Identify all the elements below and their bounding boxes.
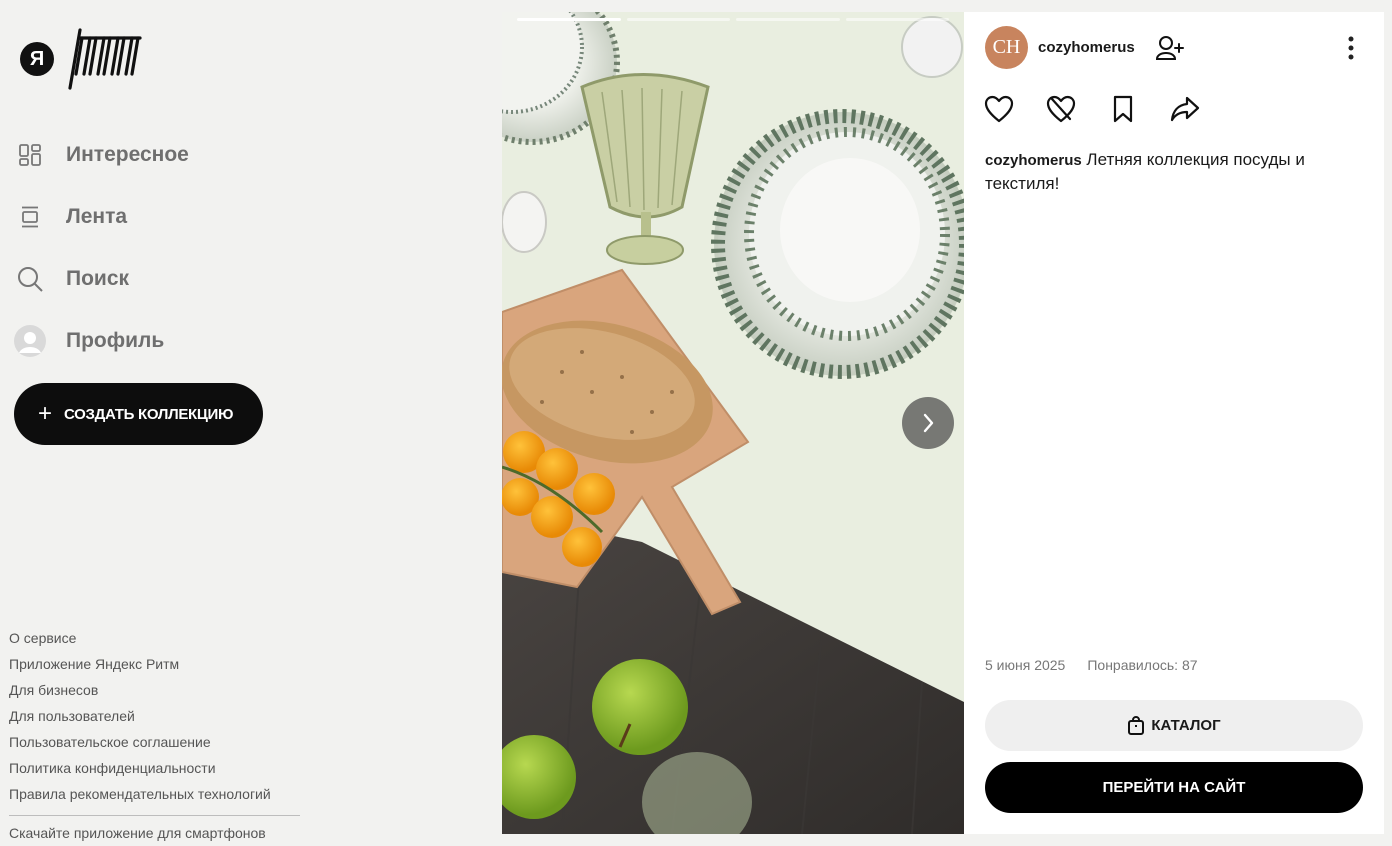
- app-logo[interactable]: Я: [20, 26, 148, 92]
- story-progress: [517, 18, 949, 21]
- sidebar-item-label: Лента: [66, 205, 128, 228]
- save-button[interactable]: [1108, 94, 1138, 124]
- search-icon: [14, 263, 46, 295]
- more-vertical-icon: [1348, 36, 1354, 60]
- progress-segment: [736, 18, 840, 21]
- sidebar-item-label: Интересное: [66, 143, 189, 166]
- footer-link-users[interactable]: Для пользователей: [9, 705, 271, 731]
- add-user-icon: [1155, 35, 1184, 60]
- post-actions: [984, 94, 1200, 124]
- post-image[interactable]: [502, 12, 964, 834]
- author-avatar[interactable]: CH: [985, 26, 1028, 69]
- plus-icon: +: [38, 400, 53, 427]
- create-collection-button[interactable]: + СОЗДАТЬ КОЛЛЕКЦИЮ: [14, 383, 263, 445]
- post-author: CH cozyhomerus: [985, 26, 1185, 69]
- footer-link-business[interactable]: Для бизнесов: [9, 679, 271, 705]
- sidebar-nav: Интересное Лента Поиск Профиль: [14, 124, 189, 372]
- progress-segment: [517, 18, 621, 21]
- footer-divider: [9, 815, 300, 816]
- like-button[interactable]: [984, 94, 1014, 124]
- post-caption: cozyhomerus Летняя коллекция посуды и те…: [985, 148, 1355, 195]
- yandex-logo-icon: Я: [20, 42, 54, 76]
- footer-link-app[interactable]: Приложение Яндекс Ритм: [9, 653, 271, 679]
- bookmark-icon: [1113, 95, 1133, 123]
- post-meta: 5 июня 2025 Понравилось: 87: [985, 657, 1198, 673]
- share-arrow-icon: [1170, 96, 1200, 122]
- sidebar-item-label: Профиль: [66, 329, 165, 352]
- download-app-text[interactable]: Скачайте приложение для смартфонов: [9, 825, 266, 841]
- footer-link-terms[interactable]: Пользовательское соглашение: [9, 731, 271, 757]
- footer-links: О сервисе Приложение Яндекс Ритм Для биз…: [9, 627, 271, 809]
- create-collection-label: СОЗДАТЬ КОЛЛЕКЦИЮ: [64, 405, 234, 423]
- progress-segment: [626, 18, 730, 21]
- feed-icon: [14, 201, 46, 233]
- catalog-label: КАТАЛОГ: [1151, 717, 1221, 734]
- catalog-button[interactable]: КАТАЛОГ: [985, 700, 1363, 751]
- post-date: 5 июня 2025: [985, 657, 1066, 673]
- sidebar-item-search[interactable]: Поиск: [14, 248, 189, 310]
- share-button[interactable]: [1170, 94, 1200, 124]
- sidebar-item-label: Поиск: [66, 267, 130, 290]
- grid-icon: [14, 139, 46, 171]
- more-options-button[interactable]: [1348, 36, 1354, 65]
- go-to-site-button[interactable]: ПЕРЕЙТИ НА САЙТ: [985, 762, 1363, 813]
- sidebar-item-profile[interactable]: Профиль: [14, 310, 189, 372]
- heart-icon: [984, 95, 1014, 123]
- progress-segment: [845, 18, 949, 21]
- post-details-panel: CH cozyhomerus cozyhomerus Летняя коллек…: [964, 12, 1384, 834]
- footer-link-about[interactable]: О сервисе: [9, 627, 271, 653]
- next-image-button[interactable]: [902, 397, 954, 449]
- follow-button[interactable]: [1155, 35, 1185, 61]
- broken-heart-icon: [1046, 95, 1076, 123]
- profile-avatar-icon: [14, 325, 46, 357]
- shopping-bag-icon: [1128, 715, 1145, 735]
- likes-count: Понравилось: 87: [1087, 657, 1198, 673]
- sidebar-item-feed[interactable]: Лента: [14, 186, 189, 248]
- dislike-button[interactable]: [1046, 94, 1076, 124]
- chevron-right-icon: [923, 413, 934, 433]
- rhythm-logo-wordmark: [68, 28, 142, 90]
- author-name[interactable]: cozyhomerus: [1038, 39, 1135, 56]
- sidebar-item-interesting[interactable]: Интересное: [14, 124, 189, 186]
- tableware-photo: [502, 12, 964, 834]
- footer-link-privacy[interactable]: Политика конфиденциальности: [9, 757, 271, 783]
- footer-link-recommendations[interactable]: Правила рекомендательных технологий: [9, 783, 271, 809]
- caption-author[interactable]: cozyhomerus: [985, 152, 1082, 169]
